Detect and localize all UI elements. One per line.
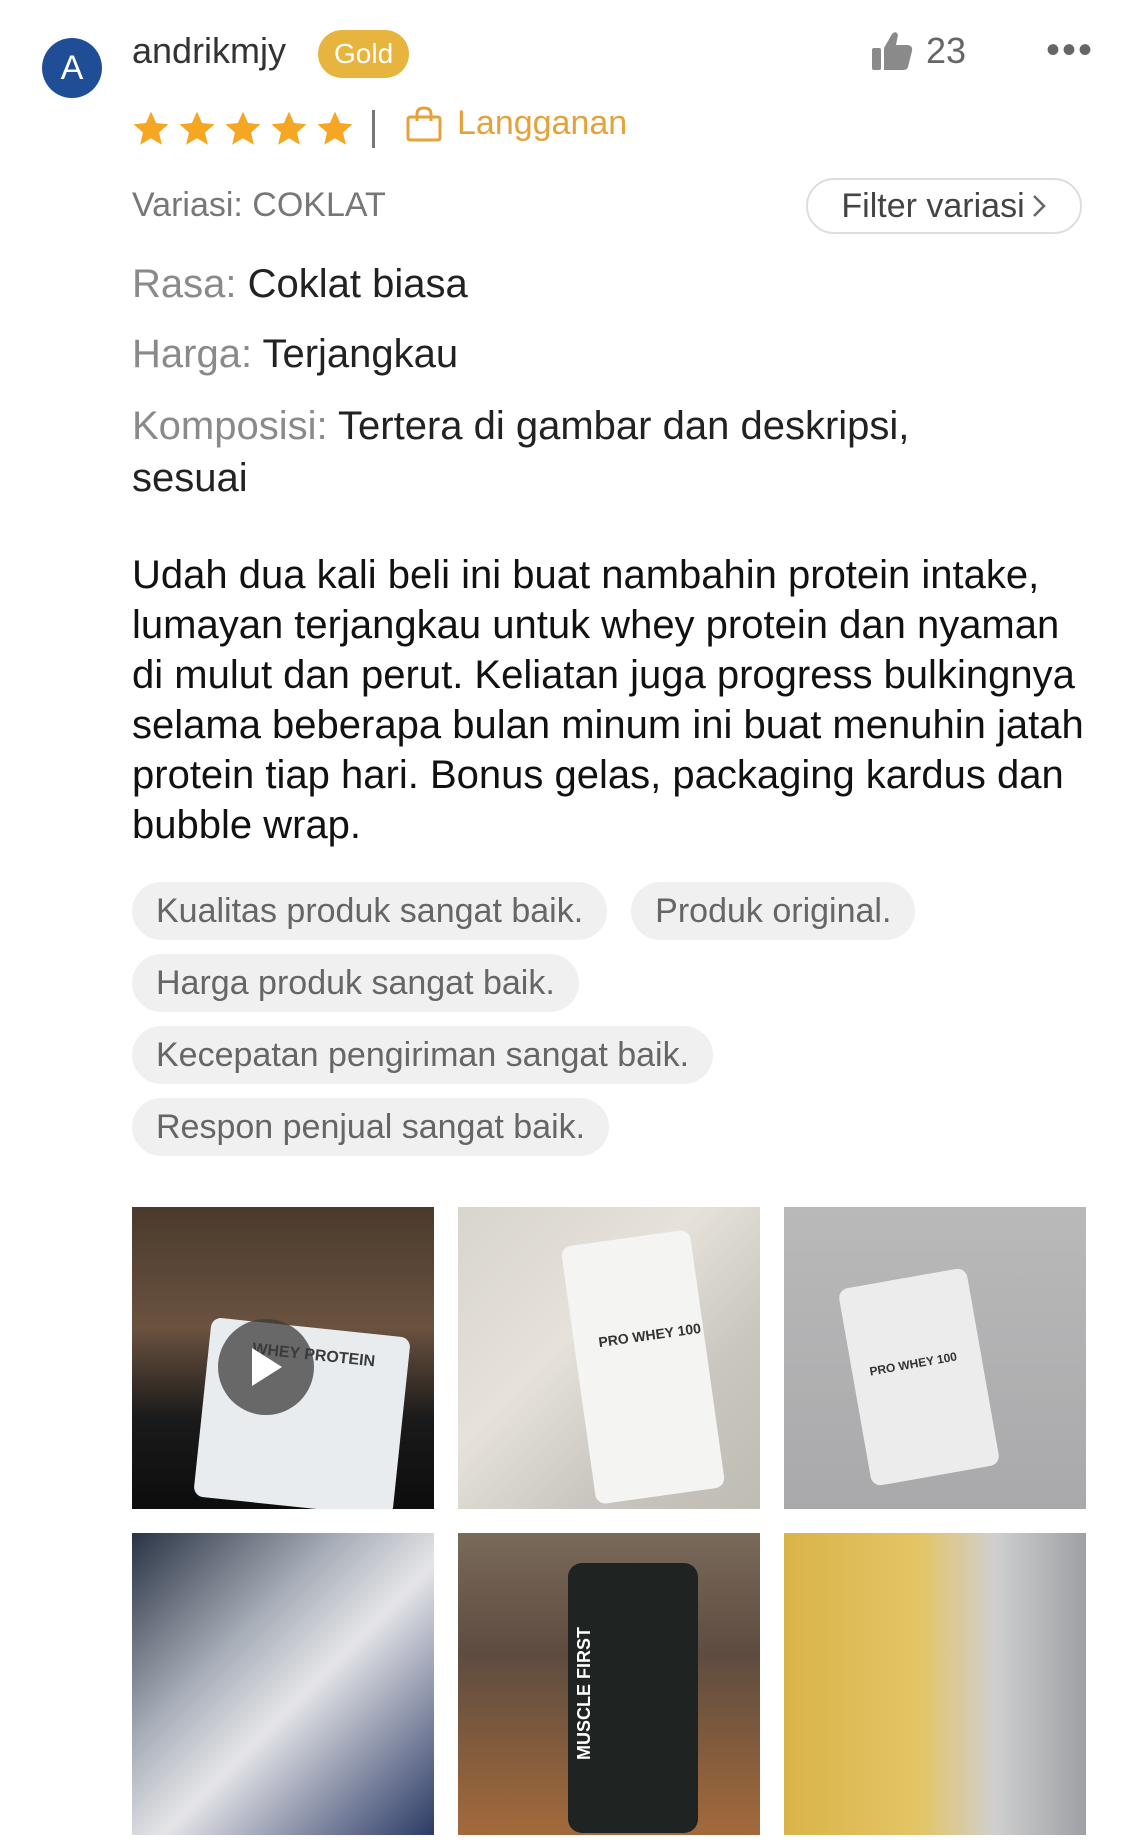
star-icon — [271, 111, 307, 145]
star-icon — [133, 111, 169, 145]
rating-stars — [130, 108, 356, 150]
review-media-grid: WHEY PROTEIN PRO WHEY 100 PRO WHEY 100 M… — [132, 1207, 1088, 1835]
chevron-right-icon — [1032, 195, 1046, 217]
avatar-initial: A — [60, 48, 84, 87]
username[interactable]: andrikmjy — [132, 30, 286, 72]
subscription-text: Langganan — [457, 104, 628, 142]
subscription-label: Langganan — [405, 104, 627, 143]
star-icon — [317, 111, 353, 145]
avatar[interactable]: A — [42, 38, 102, 98]
attribute-rasa: Rasa: Coklat biasa — [132, 262, 468, 307]
play-icon[interactable] — [218, 1319, 314, 1415]
review-tag[interactable]: Harga produk sangat baik. — [132, 954, 579, 1012]
more-options-button[interactable]: ••• — [1046, 28, 1094, 73]
divider — [372, 110, 375, 148]
attribute-key: Rasa: — [132, 262, 237, 306]
like-button[interactable]: 23 — [870, 30, 966, 72]
protein-bag — [837, 1267, 1001, 1487]
thumbs-up-icon — [872, 32, 913, 70]
review-photo[interactable]: PRO WHEY 100 — [784, 1207, 1086, 1509]
filter-variation-label: Filter variasi — [841, 186, 1025, 225]
protein-bag — [560, 1229, 726, 1505]
filter-variation-button[interactable]: Filter variasi — [806, 178, 1082, 234]
member-badge: Gold — [318, 30, 410, 78]
variation-label: Variasi: COKLAT — [132, 186, 386, 224]
attribute-key: Harga: — [132, 332, 253, 376]
review-photo[interactable]: MUSCLE FIRST — [458, 1533, 760, 1835]
star-icon — [225, 111, 261, 145]
review-text: Udah dua kali beli ini buat nambahin pro… — [132, 553, 1084, 847]
shopping-bag-icon — [406, 105, 442, 141]
review-tag[interactable]: Produk original. — [631, 882, 916, 940]
attribute-harga: Harga: Terjangkau — [132, 332, 458, 377]
cup-label: MUSCLE FIRST — [574, 1627, 594, 1760]
review-video-thumbnail[interactable]: WHEY PROTEIN — [132, 1207, 434, 1509]
attribute-komposisi: Komposisi: Tertera di gambar dan deskrip… — [132, 400, 1032, 504]
review-tag[interactable]: Kualitas produk sangat baik. — [132, 882, 608, 940]
review-tag[interactable]: Respon penjual sangat baik. — [132, 1098, 610, 1156]
star-icon — [179, 111, 215, 145]
attribute-key: Komposisi: — [132, 404, 328, 448]
like-count: 23 — [926, 30, 967, 71]
attribute-value: Coklat biasa — [247, 262, 468, 306]
review-photo[interactable] — [784, 1533, 1086, 1835]
attribute-value: Terjangkau — [262, 332, 459, 376]
review-tag[interactable]: Kecepatan pengiriman sangat baik. — [132, 1026, 714, 1084]
review-photo[interactable]: PRO WHEY 100 — [458, 1207, 760, 1509]
review-tags: Kualitas produk sangat baik. Produk orig… — [132, 882, 1092, 1170]
review-photo[interactable] — [132, 1533, 434, 1835]
